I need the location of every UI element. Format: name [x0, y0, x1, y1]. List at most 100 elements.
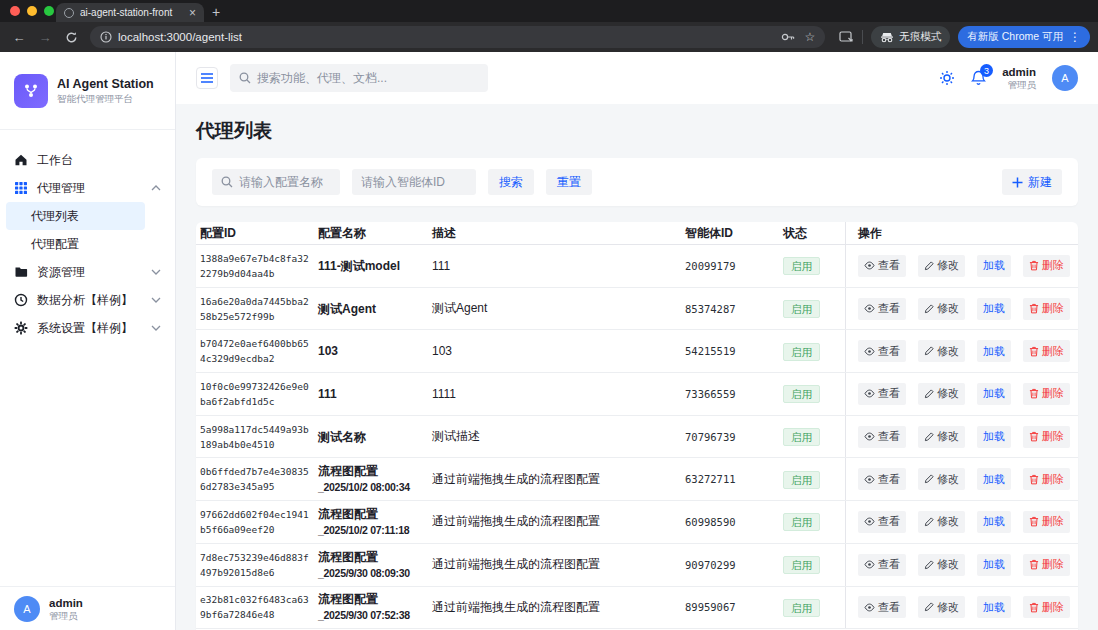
- status-cell: 启用: [779, 427, 845, 446]
- forward-icon[interactable]: →: [34, 30, 56, 45]
- tab-search-icon[interactable]: [839, 31, 854, 44]
- column-header-config-id: 配置ID: [196, 225, 314, 242]
- password-key-icon[interactable]: [781, 32, 795, 42]
- edit-button[interactable]: 修改: [918, 511, 965, 533]
- load-button[interactable]: 加载: [977, 426, 1011, 448]
- load-button[interactable]: 加载: [977, 298, 1011, 320]
- load-button[interactable]: 加载: [977, 383, 1011, 405]
- browser-window: ai-agent-station-front × + ← → localhost…: [0, 0, 1098, 630]
- close-window-button[interactable]: [10, 6, 20, 16]
- delete-button[interactable]: 删除: [1023, 255, 1070, 277]
- global-search-placeholder: 搜索功能、代理、文档...: [257, 70, 387, 87]
- new-tab-button[interactable]: +: [212, 4, 220, 20]
- status-badge: 启用: [783, 257, 820, 275]
- view-button[interactable]: 查看: [858, 298, 906, 320]
- avatar[interactable]: A: [1052, 65, 1078, 91]
- load-button[interactable]: 加载: [977, 340, 1011, 362]
- view-button[interactable]: 查看: [858, 255, 906, 277]
- edit-button[interactable]: 修改: [918, 596, 965, 618]
- sidebar-item-workbench[interactable]: 工作台: [6, 146, 169, 174]
- chrome-update-chip[interactable]: 有新版 Chrome 可用 ⋮: [958, 26, 1090, 48]
- delete-button[interactable]: 删除: [1023, 340, 1070, 362]
- config-id-cell: 5a998a117dc5449a93b189ab4b0e4510: [196, 422, 314, 452]
- topbar-user[interactable]: admin 管理员: [1002, 65, 1036, 91]
- minimize-window-button[interactable]: [27, 6, 37, 16]
- view-button[interactable]: 查看: [858, 340, 906, 362]
- zoom-window-button[interactable]: [44, 6, 54, 16]
- status-badge: 启用: [783, 428, 820, 446]
- reset-button[interactable]: 重置: [546, 169, 592, 195]
- sidebar-item-resource-management[interactable]: 资源管理: [6, 258, 169, 286]
- view-button[interactable]: 查看: [858, 383, 906, 405]
- reload-icon[interactable]: [60, 31, 82, 44]
- status-badge: 启用: [783, 599, 820, 617]
- tab-close-icon[interactable]: ×: [189, 7, 196, 19]
- edit-button[interactable]: 修改: [918, 468, 965, 490]
- view-button[interactable]: 查看: [858, 468, 906, 490]
- eye-icon: [864, 347, 875, 356]
- delete-button[interactable]: 删除: [1023, 554, 1070, 576]
- column-header-config-name: 配置名称: [314, 225, 428, 242]
- table-row: b70472e0aef6400bb654c329d9ecdba2 103 103…: [196, 330, 1078, 373]
- load-button[interactable]: 加载: [977, 511, 1011, 533]
- delete-button[interactable]: 删除: [1023, 511, 1070, 533]
- load-button[interactable]: 加载: [977, 596, 1011, 618]
- global-search-input[interactable]: 搜索功能、代理、文档...: [230, 64, 488, 92]
- collapse-menu-button[interactable]: [196, 67, 218, 89]
- page-title: 代理列表: [196, 118, 1078, 144]
- pencil-icon: [924, 346, 934, 356]
- edit-button[interactable]: 修改: [918, 383, 965, 405]
- edit-button[interactable]: 修改: [918, 340, 965, 362]
- site-info-icon[interactable]: [100, 31, 112, 43]
- delete-button[interactable]: 删除: [1023, 468, 1070, 490]
- browser-menu-icon[interactable]: ⋮: [1069, 30, 1081, 44]
- notification-badge: 3: [980, 64, 993, 77]
- window-controls[interactable]: [10, 6, 54, 16]
- back-icon[interactable]: ←: [8, 30, 30, 45]
- notifications-button[interactable]: 3: [971, 70, 986, 86]
- sidebar-item-data-analysis[interactable]: 数据分析【样例】: [6, 286, 169, 314]
- sidebar-item-label: 代理管理: [37, 180, 142, 197]
- load-button[interactable]: 加载: [977, 255, 1011, 277]
- sidebar-item-agent-list[interactable]: 代理列表: [6, 202, 145, 230]
- config-name-cell: 测试名称: [314, 429, 428, 445]
- view-button[interactable]: 查看: [858, 511, 906, 533]
- actions-cell: 查看 修改 加载 删除: [845, 458, 1078, 500]
- load-button[interactable]: 加载: [977, 468, 1011, 490]
- delete-button[interactable]: 删除: [1023, 596, 1070, 618]
- search-button[interactable]: 搜索: [488, 169, 534, 195]
- description-cell: 通过前端拖拽生成的流程图配置: [428, 599, 681, 616]
- delete-button[interactable]: 删除: [1023, 426, 1070, 448]
- create-button[interactable]: 新建: [1002, 169, 1062, 195]
- edit-button[interactable]: 修改: [918, 426, 965, 448]
- table-row: 16a6e20a0da7445bba258b25e572f99b 测试Agent…: [196, 288, 1078, 331]
- delete-button[interactable]: 删除: [1023, 383, 1070, 405]
- search-icon: [239, 72, 251, 84]
- delete-button[interactable]: 删除: [1023, 298, 1070, 320]
- sidebar-item-agent-management[interactable]: 代理管理: [6, 174, 169, 202]
- view-button[interactable]: 查看: [858, 554, 906, 576]
- view-button[interactable]: 查看: [858, 426, 906, 448]
- browser-tab[interactable]: ai-agent-station-front ×: [56, 3, 204, 22]
- sidebar-item-system-settings[interactable]: 系统设置【样例】: [6, 314, 169, 342]
- edit-button[interactable]: 修改: [918, 554, 965, 576]
- description-cell: 通过前端拖拽生成的流程图配置: [428, 471, 681, 488]
- agent-id-input[interactable]: 请输入智能体ID: [352, 169, 476, 195]
- bookmark-star-icon[interactable]: ☆: [805, 30, 816, 44]
- url-text[interactable]: localhost:3000/agent-list: [118, 31, 775, 43]
- sidebar-user[interactable]: A admin 管理员: [0, 586, 175, 630]
- edit-button[interactable]: 修改: [918, 255, 965, 277]
- trash-icon: [1029, 260, 1039, 271]
- status-badge: 启用: [783, 343, 820, 361]
- sidebar-item-agent-config[interactable]: 代理配置: [6, 230, 169, 258]
- config-name-input[interactable]: 请输入配置名称: [212, 169, 340, 195]
- agent-id-cell: 70796739: [681, 431, 779, 443]
- edit-button[interactable]: 修改: [918, 298, 965, 320]
- load-button[interactable]: 加载: [977, 554, 1011, 576]
- theme-sun-icon[interactable]: [939, 70, 955, 86]
- address-bar[interactable]: localhost:3000/agent-list ☆: [90, 26, 825, 48]
- table-row: 0b6ffded7b7e4e308356d2783e345a95 流程图配置_2…: [196, 458, 1078, 501]
- view-button[interactable]: 查看: [858, 596, 906, 618]
- agent-id-placeholder: 请输入智能体ID: [361, 174, 445, 191]
- agent-id-cell: 85374287: [681, 303, 779, 315]
